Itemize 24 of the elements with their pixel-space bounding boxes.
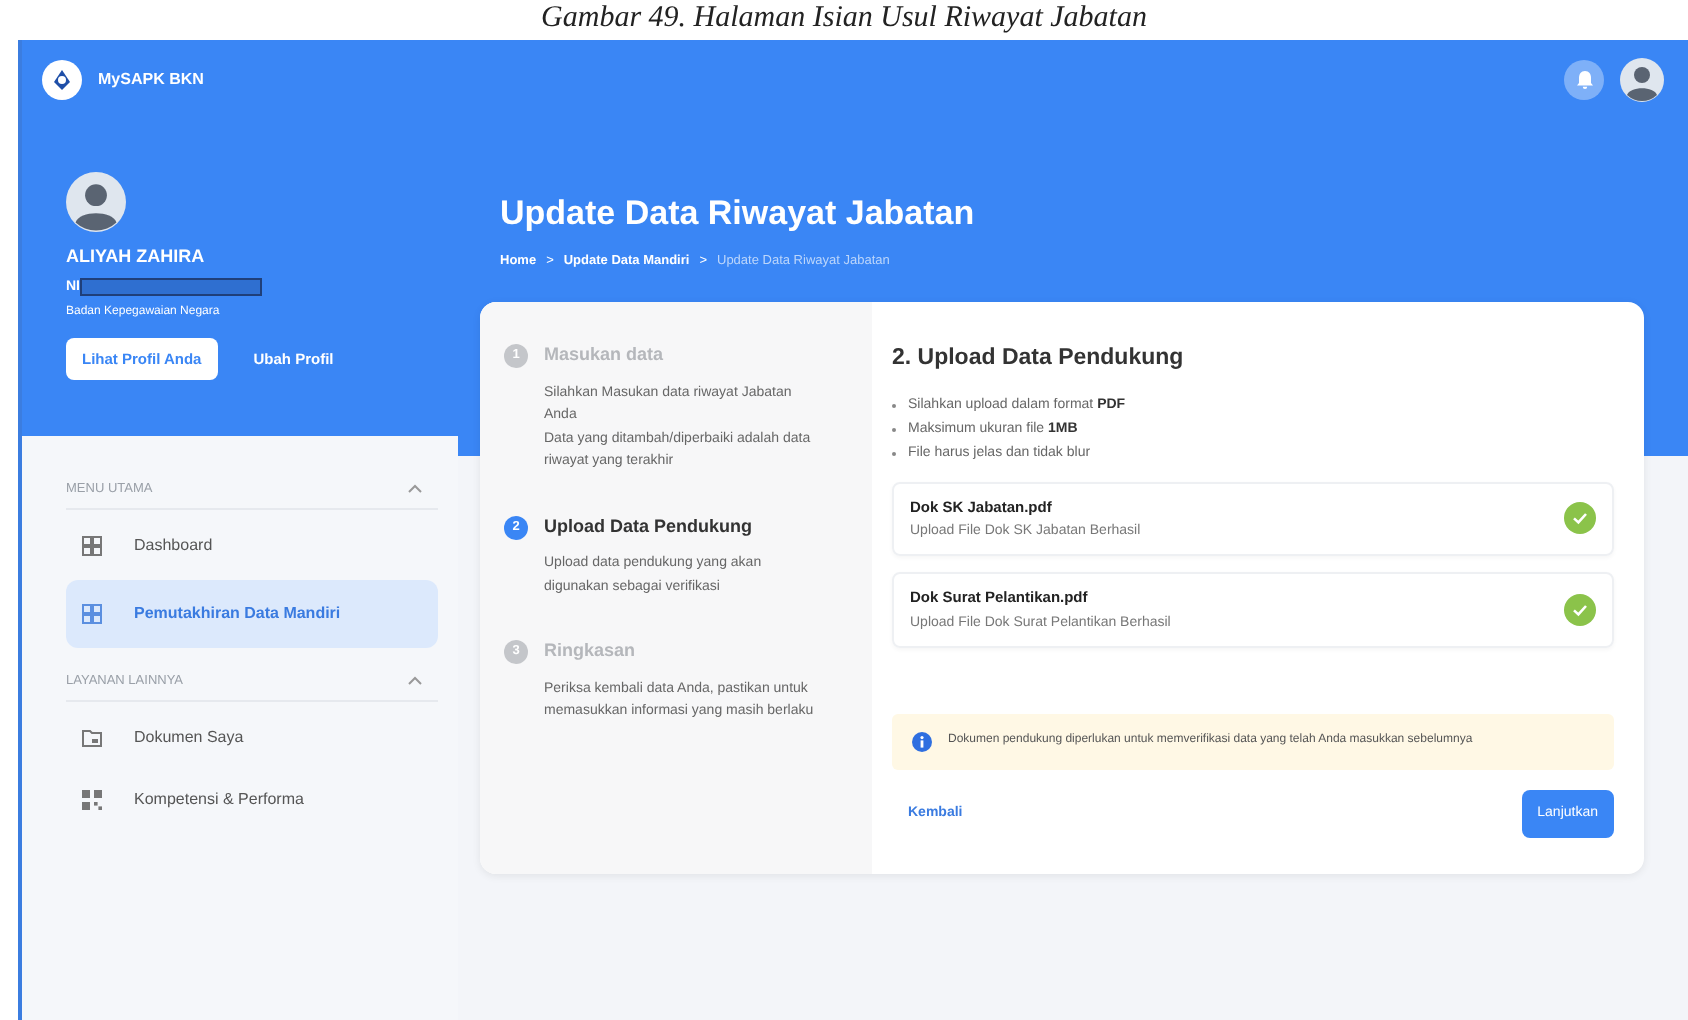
avatar-icon: [66, 172, 126, 232]
user-name: ALIYAH ZAHIRA: [66, 244, 207, 270]
logo-icon: [42, 60, 82, 100]
sidebar-item[interactable]: Dashboard: [66, 517, 438, 574]
chevron-up-icon[interactable]: [408, 676, 422, 687]
grid-icon: [82, 603, 102, 624]
step-title: Ringkasan: [544, 638, 636, 665]
blocks-icon: [82, 789, 102, 809]
info-icon: [912, 731, 932, 752]
grid-icon: [82, 535, 102, 556]
sidebar-item[interactable]: Dokumen Saya: [66, 709, 438, 765]
app-name: MySAPK BKN: [98, 68, 204, 92]
bell-icon: [1575, 70, 1593, 90]
sidebar-item[interactable]: Kompetensi & Performa: [66, 771, 438, 827]
section-heading: 2. Upload Data Pendukung: [892, 344, 1186, 375]
page-title: Update Data Riwayat Jabatan: [500, 192, 977, 236]
avatar-icon[interactable]: [1620, 58, 1664, 102]
step-title: Masukan data: [544, 342, 664, 369]
step-title: Upload Data Pendukung: [544, 513, 753, 540]
notification-button[interactable]: [1564, 60, 1604, 100]
chevron-up-icon[interactable]: [408, 484, 422, 495]
figure-caption: Gambar 49. Halaman Isian Usul Riwayat Jabatan: [539, 0, 1149, 38]
sidebar-item[interactable]: Pemutakhiran Data Mandiri: [66, 579, 438, 648]
folder-icon: [82, 727, 102, 747]
